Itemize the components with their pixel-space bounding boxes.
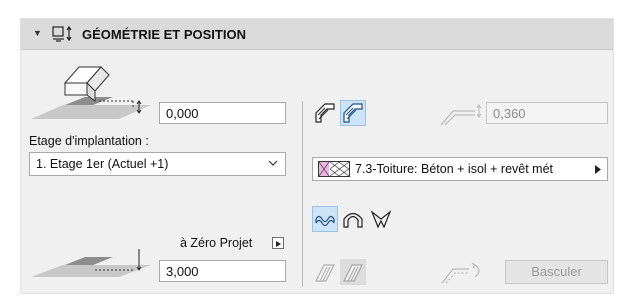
plane-roof-button[interactable] [312,206,338,232]
chevron-down-icon [268,160,278,166]
floor-label: Etage d'implantation : [29,134,149,148]
flip-button[interactable]: Basculer [505,260,608,284]
fold-surface-icon [370,210,392,229]
material-swatch-icon [318,161,350,177]
triangle-right-icon [595,165,601,174]
roof-top-offset-illustration [31,66,151,119]
top-offset-input[interactable]: 0,000 [159,102,286,124]
geometry-position-panel: ▼ GÉOMÉTRIE ET POSITION 0,000 Etage d'im… [20,18,614,294]
edge-style-a-button[interactable] [312,259,338,285]
roof-side-filled-icon [343,264,363,282]
geometry-position-icon [52,25,72,42]
roof-side-icon [315,264,335,282]
edge-style-b-button[interactable] [340,259,366,285]
reference-menu-button[interactable] [272,237,284,249]
edge-perpendicular-button[interactable] [340,100,366,126]
triangle-down-icon[interactable]: ▼ [33,28,42,38]
wave-surface-icon [315,215,335,227]
edge-vertical-button[interactable] [312,100,338,126]
folded-roof-button[interactable] [368,206,394,232]
floor-select-value: 1. Etage 1er (Actuel +1) [36,157,169,171]
arch-surface-icon [343,212,363,228]
bottom-offset-input[interactable]: 3,000 [159,260,286,282]
triangle-right-icon [276,241,281,247]
material-name: 7.3-Toiture: Béton + isol + revêt mét [355,162,554,176]
material-selector[interactable]: 7.3-Toiture: Béton + isol + revêt mét [312,157,608,181]
roof-edge-perpendicular-icon [343,103,363,123]
column-divider [302,101,303,287]
reference-label: à Zéro Projet [180,236,253,250]
home-story-offset-illustration [31,249,151,277]
roof-edge-vertical-icon [315,103,335,123]
flip-icon [441,262,480,284]
section-title: GÉOMÉTRIE ET POSITION [82,27,246,42]
thickness-icon [440,104,482,126]
arched-roof-button[interactable] [340,206,366,232]
section-header[interactable]: ▼ GÉOMÉTRIE ET POSITION [21,19,613,50]
thickness-input[interactable]: 0,360 [486,102,608,124]
floor-select[interactable]: 1. Etage 1er (Actuel +1) [29,152,286,176]
